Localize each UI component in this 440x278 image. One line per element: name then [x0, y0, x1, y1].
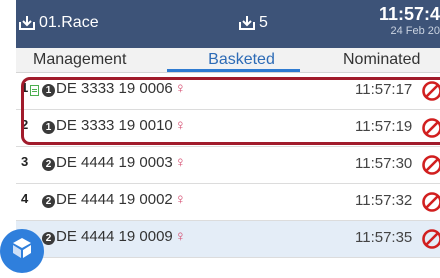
- tab-basketed[interactable]: Basketed: [183, 51, 300, 69]
- row-index: 4: [21, 191, 28, 206]
- active-tab-indicator: [167, 69, 300, 72]
- remove-icon[interactable]: [421, 154, 440, 176]
- basket-count-value: 5: [259, 14, 268, 32]
- download-box-icon: [18, 15, 36, 31]
- ring-number: DE 4444 19 0002♀: [56, 191, 186, 208]
- row-index: 3: [21, 154, 28, 169]
- tab-management[interactable]: Management: [33, 51, 126, 69]
- group-badge: 2: [42, 158, 55, 171]
- female-icon: ♀: [175, 191, 186, 208]
- ring-number-text: DE 4444 19 0002: [56, 191, 173, 208]
- remove-icon[interactable]: [421, 228, 440, 250]
- clock-time: 11:57:4: [336, 3, 440, 25]
- list-item[interactable]: 4 2 DE 4444 19 0002♀ 11:57:32: [16, 184, 440, 221]
- tab-bar: Management Basketed Nominated: [16, 48, 440, 73]
- clock-date: 24 Feb 20: [336, 25, 440, 37]
- highlight-annotation: [21, 77, 440, 145]
- ring-number-text: DE 4444 19 0003: [56, 154, 173, 171]
- basketed-time: 11:57:30: [355, 155, 412, 172]
- list-item[interactable]: 5 2 DE 4444 19 0009♀ 11:57:35: [16, 221, 440, 258]
- download-box-icon: [238, 15, 256, 31]
- clock: 11:57:4 24 Feb 20: [336, 3, 440, 37]
- basket-fab-button[interactable]: [0, 229, 44, 273]
- female-icon: ♀: [175, 228, 186, 245]
- basketed-time: 11:57:35: [355, 229, 412, 246]
- ring-number: DE 4444 19 0003♀: [56, 154, 186, 171]
- race-title-label: 01.Race: [39, 14, 99, 32]
- remove-icon[interactable]: [421, 191, 440, 213]
- ring-number-text: DE 4444 19 0009: [56, 228, 173, 245]
- tab-nominated[interactable]: Nominated: [343, 51, 420, 69]
- race-title[interactable]: 01.Race: [18, 14, 99, 32]
- header-bar: 01.Race 5 11:57:4 24 Feb 20: [16, 0, 440, 48]
- list-item[interactable]: 3 2 DE 4444 19 0003♀ 11:57:30: [16, 147, 440, 184]
- group-badge: 2: [42, 195, 55, 208]
- basket-icon: [0, 229, 44, 273]
- ring-number: DE 4444 19 0009♀: [56, 228, 186, 245]
- female-icon: ♀: [175, 154, 186, 171]
- basketed-time: 11:57:32: [355, 192, 412, 209]
- basket-count: 5: [238, 14, 268, 32]
